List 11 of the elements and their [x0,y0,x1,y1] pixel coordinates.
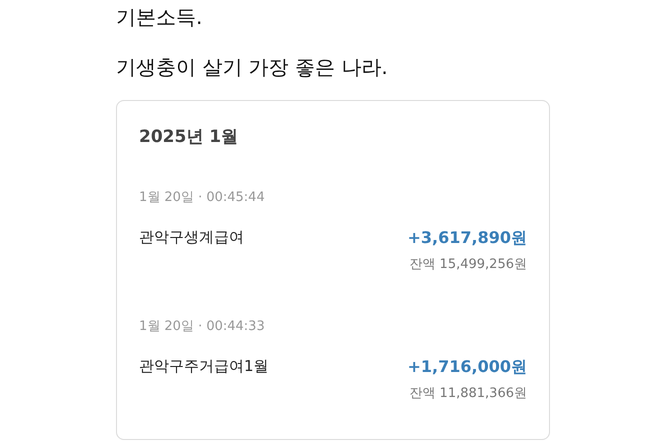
transaction-name: 관악구생계급여 [139,228,244,248]
transaction-datetime: 1월 20일 · 00:44:33 [139,318,266,335]
balance-text: 잔액 15,499,256원 [409,256,527,273]
transaction-amount: +1,716,000원 [408,357,527,378]
post-text: 기생충이 살기 가장 좋은 나라. [116,54,389,80]
transaction-amount: +3,617,890원 [408,228,527,249]
balance-text: 잔액 11,881,366원 [409,385,527,402]
month-heading: 2025년 1월 [139,126,240,148]
transaction-datetime: 1월 20일 · 00:45:44 [139,189,266,206]
post-text: 기본소득. [116,4,204,30]
transaction-name: 관악구주거급여1월 [139,357,269,377]
